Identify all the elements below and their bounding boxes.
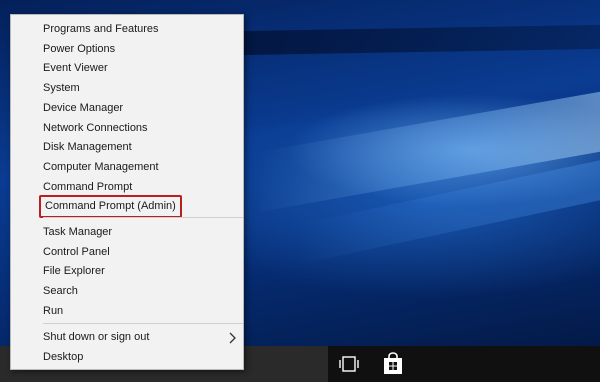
wallpaper-light-beam-lower [300, 155, 600, 265]
menu-item-computer-management[interactable]: Computer Management [43, 160, 159, 174]
menu-item-shut-down-or-sign-out[interactable]: Shut down or sign out [43, 330, 149, 344]
menu-item-device-manager[interactable]: Device Manager [43, 101, 123, 115]
quick-link-menu: Programs and Features Power Options Event … [10, 14, 244, 370]
menu-item-disk-management[interactable]: Disk Management [43, 140, 132, 154]
wallpaper-light-beam [260, 88, 600, 212]
menu-item-power-options[interactable]: Power Options [43, 42, 115, 56]
desktop-screen: Programs and Features Power Options Event … [0, 0, 600, 382]
wallpaper-dark-band [230, 24, 600, 56]
menu-separator [43, 323, 243, 324]
menu-item-task-manager[interactable]: Task Manager [43, 225, 112, 239]
chevron-right-icon [229, 332, 236, 344]
menu-item-event-viewer[interactable]: Event Viewer [43, 61, 108, 75]
menu-separator [43, 217, 243, 218]
menu-item-control-panel[interactable]: Control Panel [43, 245, 110, 259]
menu-item-file-explorer[interactable]: File Explorer [43, 264, 105, 278]
menu-item-programs-and-features[interactable]: Programs and Features [43, 22, 159, 36]
menu-item-command-prompt[interactable]: Command Prompt [43, 180, 132, 194]
store-icon[interactable] [382, 352, 404, 376]
menu-item-run[interactable]: Run [43, 304, 63, 318]
menu-item-command-prompt-admin[interactable]: Command Prompt (Admin) [39, 195, 182, 219]
menu-item-system[interactable]: System [43, 81, 80, 95]
menu-item-desktop[interactable]: Desktop [43, 350, 83, 364]
task-view-icon[interactable] [338, 354, 360, 374]
menu-item-network-connections[interactable]: Network Connections [43, 121, 148, 135]
menu-item-search[interactable]: Search [43, 284, 78, 298]
